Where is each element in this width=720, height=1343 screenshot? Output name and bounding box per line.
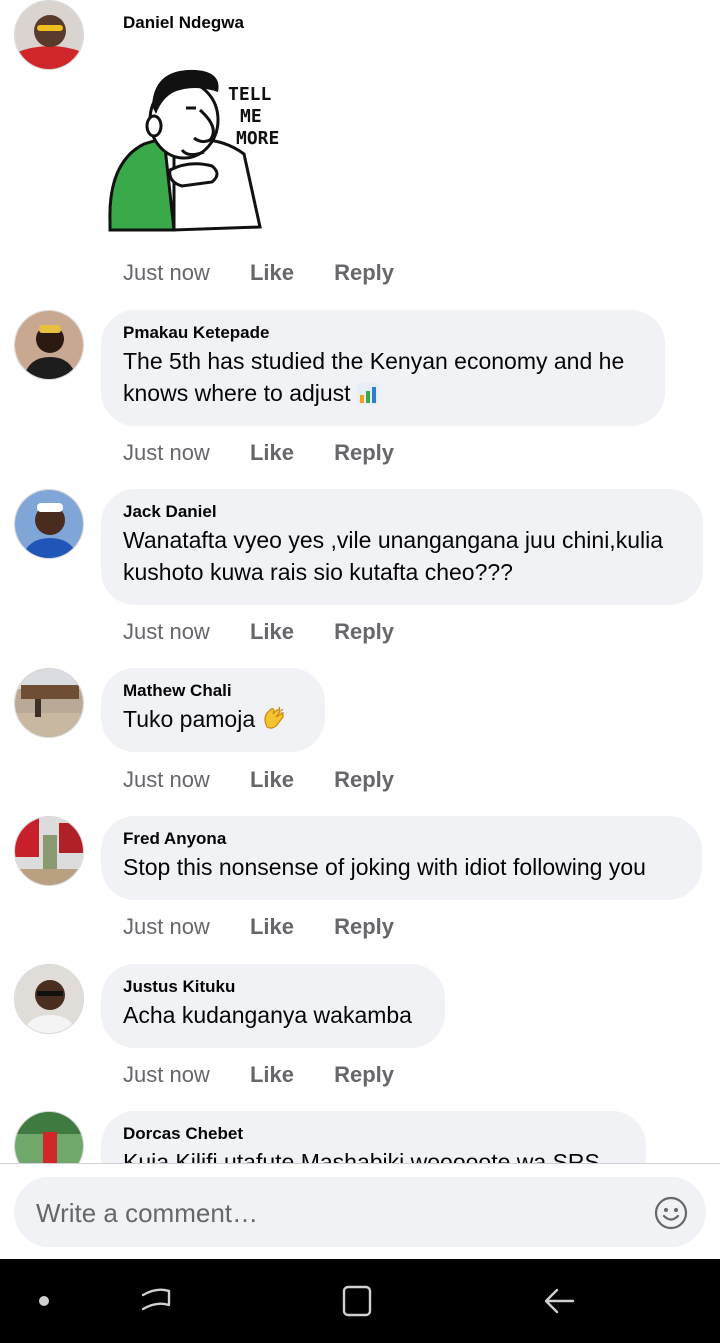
- comment-author[interactable]: Pmakau Ketepade: [123, 323, 643, 343]
- comment-time: Just now: [123, 260, 210, 285]
- comment-bubble[interactable]: Mathew Chali Tuko pamoja: [101, 668, 325, 752]
- comment-author[interactable]: Daniel Ndegwa: [123, 13, 244, 33]
- smiley-icon[interactable]: [654, 1196, 688, 1230]
- comment-actions: Just now Like Reply: [123, 767, 394, 793]
- avatar[interactable]: [14, 489, 84, 559]
- comment-time: Just now: [123, 440, 210, 465]
- comment-text-line: Tuko pamoja: [123, 706, 256, 732]
- comment-author[interactable]: Mathew Chali: [123, 681, 303, 701]
- comment-author[interactable]: Dorcas Chebet: [123, 1124, 624, 1144]
- comment-time: Just now: [123, 619, 210, 644]
- comment-bubble[interactable]: Jack Daniel Wanatafta vyeo yes ,vile una…: [101, 489, 703, 605]
- comment-text-line: kushoto kuwa rais sio kutafta cheo???: [123, 559, 513, 585]
- comment-bubble[interactable]: Pmakau Ketepade The 5th has studied the …: [101, 310, 665, 426]
- comment-composer: [0, 1163, 720, 1259]
- avatar[interactable]: [14, 668, 84, 738]
- comment-author[interactable]: Fred Anyona: [123, 829, 680, 849]
- avatar[interactable]: [14, 0, 84, 70]
- comment-time: Just now: [123, 914, 210, 939]
- avatar[interactable]: [14, 310, 84, 380]
- comment-item: Pmakau Ketepade The 5th has studied the …: [0, 310, 720, 480]
- comment-actions: Just now Like Reply: [123, 619, 394, 645]
- comment-text-line: Kuja Kilifi utafute Mashabiki wooooote w…: [123, 1149, 600, 1163]
- comment-time: Just now: [123, 767, 210, 792]
- comment-text: Wanatafta vyeo yes ,vile unangangana juu…: [123, 524, 681, 588]
- like-button[interactable]: Like: [250, 1062, 294, 1088]
- comment-item: Dorcas Chebet Kuja Kilifi utafute Mashab…: [0, 1111, 720, 1163]
- reply-button[interactable]: Reply: [334, 1062, 394, 1088]
- bar-chart-emoji: [356, 381, 379, 413]
- comment-item: Jack Daniel Wanatafta vyeo yes ,vile una…: [0, 489, 720, 659]
- comment-actions: Just now Like Reply: [123, 260, 394, 286]
- reply-button[interactable]: Reply: [334, 260, 394, 286]
- comment-text: Tuko pamoja: [123, 703, 303, 739]
- comment-bubble[interactable]: Dorcas Chebet Kuja Kilifi utafute Mashab…: [101, 1111, 646, 1163]
- recent-apps-icon[interactable]: [137, 1281, 177, 1321]
- sticker-text-line: MORE: [236, 128, 279, 149]
- avatar[interactable]: [14, 1111, 84, 1163]
- like-button[interactable]: Like: [250, 260, 294, 286]
- comment-actions: Just now Like Reply: [123, 440, 394, 466]
- reply-button[interactable]: Reply: [334, 914, 394, 940]
- comment-text-line: The 5th has studied the Kenyan economy a…: [123, 348, 625, 374]
- comment-text-line: Acha kudanganya wakamba: [123, 1002, 412, 1028]
- like-button[interactable]: Like: [250, 440, 294, 466]
- comment-item: Fred Anyona Stop this nonsense of joking…: [0, 816, 720, 956]
- comment-item: Daniel Ndegwa TELL ME MORE Just now Like…: [0, 0, 720, 300]
- comment-bubble[interactable]: Justus Kituku Acha kudanganya wakamba: [101, 964, 445, 1048]
- like-button[interactable]: Like: [250, 914, 294, 940]
- avatar[interactable]: [14, 964, 84, 1034]
- comment-actions: Just now Like Reply: [123, 1062, 394, 1088]
- like-button[interactable]: Like: [250, 619, 294, 645]
- comment-item: Justus Kituku Acha kudanganya wakamba Ju…: [0, 964, 720, 1104]
- comment-text-line: knows where to adjust: [123, 380, 351, 406]
- comment-author[interactable]: Justus Kituku: [123, 977, 423, 997]
- home-icon[interactable]: [337, 1281, 377, 1321]
- comment-time: Just now: [123, 1062, 210, 1087]
- avatar[interactable]: [14, 816, 84, 886]
- reply-button[interactable]: Reply: [334, 767, 394, 793]
- like-button[interactable]: Like: [250, 767, 294, 793]
- comment-author[interactable]: Jack Daniel: [123, 502, 681, 522]
- reply-button[interactable]: Reply: [334, 619, 394, 645]
- dot-icon[interactable]: [24, 1281, 64, 1321]
- clapping-hands-emoji: [261, 705, 287, 739]
- comment-item: Mathew Chali Tuko pamoja Just now Like R…: [0, 668, 720, 808]
- comment-actions: Just now Like Reply: [123, 914, 394, 940]
- comment-feed[interactable]: Daniel Ndegwa TELL ME MORE Just now Like…: [0, 0, 720, 1163]
- reply-button[interactable]: Reply: [334, 440, 394, 466]
- comment-bubble[interactable]: Fred Anyona Stop this nonsense of joking…: [101, 816, 702, 900]
- system-nav-bar: [0, 1259, 720, 1343]
- comment-input[interactable]: [34, 1177, 638, 1249]
- sticker-text-line: TELL: [228, 84, 272, 105]
- back-icon[interactable]: [539, 1281, 579, 1321]
- comment-text: The 5th has studied the Kenyan economy a…: [123, 345, 643, 413]
- sticker-text-line: ME: [240, 106, 262, 127]
- comment-composer-box[interactable]: [14, 1177, 706, 1249]
- comment-text-line: Stop this nonsense of joking with idiot …: [123, 854, 646, 880]
- comment-text-line: Wanatafta vyeo yes ,vile unangangana juu…: [123, 527, 663, 553]
- comment-text: Acha kudanganya wakamba: [123, 999, 423, 1031]
- tell-me-more-sticker: TELL ME MORE: [104, 62, 294, 234]
- comment-text: Kuja Kilifi utafute Mashabiki wooooote w…: [123, 1146, 624, 1163]
- comment-text: Stop this nonsense of joking with idiot …: [123, 851, 680, 883]
